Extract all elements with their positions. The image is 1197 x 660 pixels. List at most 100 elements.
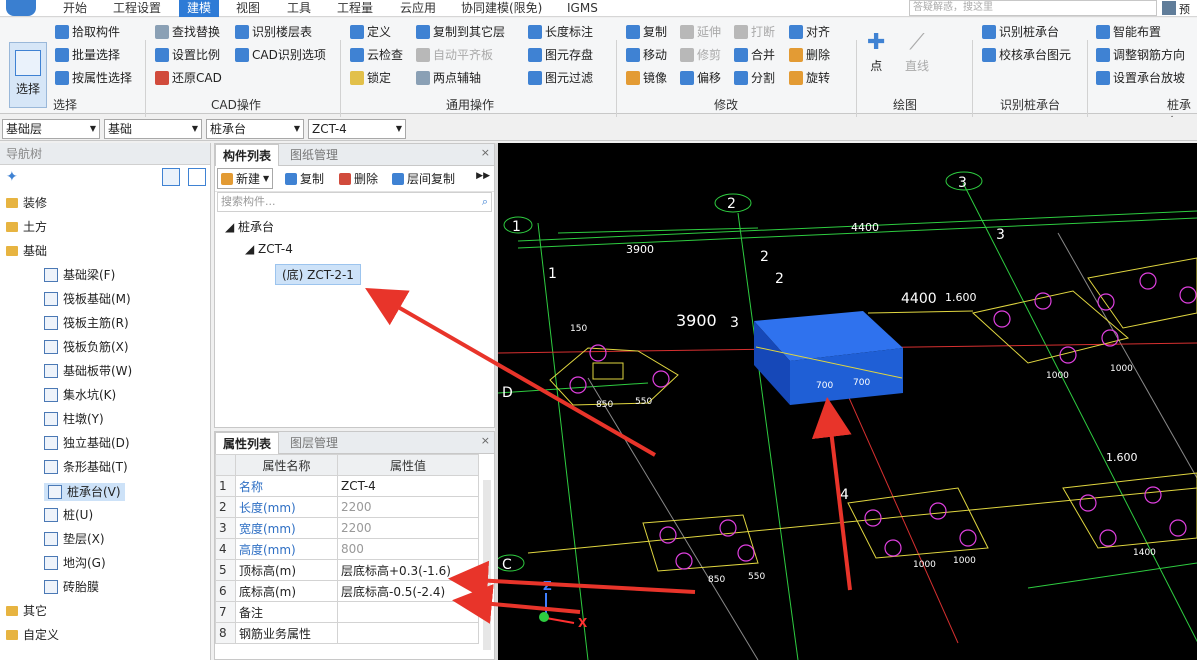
rotate-button[interactable]: 旋转 [789, 70, 830, 86]
align-button[interactable]: 对齐 [789, 24, 830, 40]
menu-quantity[interactable]: 工程量 [337, 1, 373, 16]
group-label-modify[interactable]: 修改 [714, 96, 738, 113]
group-label-general[interactable]: 通用操作 [446, 96, 494, 113]
cloud-check-button[interactable]: 云检查 [350, 47, 403, 63]
property-value[interactable]: 层底标高+0.3(-1.6) [337, 559, 479, 581]
save-elements-button[interactable]: 图元存盘 [528, 47, 593, 63]
find-replace-button[interactable]: 查找替换 [155, 24, 220, 40]
cad-canvas[interactable]: 1 1 2 2 2 3 3 3 4 D C 3900 4400 3900 440… [498, 143, 1197, 660]
recognize-floor-table-button[interactable]: 识别楼层表 [235, 24, 312, 40]
property-value[interactable] [337, 601, 479, 623]
nav-item-14[interactable]: 垫层(X) [44, 531, 105, 547]
define-button[interactable]: 定义 [350, 24, 391, 40]
nav-item-11[interactable]: 条形基础(T) [44, 459, 128, 475]
group-label-select[interactable]: 选择 [53, 96, 77, 113]
list-view-icon[interactable] [162, 168, 180, 186]
recognize-pile-cap-button[interactable]: 识别桩承台 [982, 24, 1059, 40]
copy-component-button[interactable]: 复制 [285, 170, 324, 187]
scrollbar[interactable] [483, 480, 491, 650]
copy-between-layers-button[interactable]: 层间复制 [392, 170, 455, 187]
nav-item-15[interactable]: 地沟(G) [44, 555, 106, 571]
property-value[interactable]: ZCT-4 [337, 475, 479, 497]
select-by-attr-button[interactable]: 按属性选择 [55, 70, 132, 86]
component-select[interactable]: ZCT-4 ▼ [308, 119, 406, 139]
menu-modeling[interactable]: 建模 [179, 0, 220, 17]
property-value[interactable]: 层底标高-0.5(-2.4) [337, 580, 479, 602]
menu-tools[interactable]: 工具 [287, 1, 311, 16]
move-button[interactable]: 移动 [626, 47, 667, 63]
length-dimension-button[interactable]: 长度标注 [528, 24, 593, 40]
property-row[interactable]: 3 宽度(mm) 2200 [215, 517, 479, 539]
delete-component-button[interactable]: 删除 [339, 170, 378, 187]
property-row[interactable]: 7 备注 [215, 601, 479, 623]
component-search-input[interactable]: 搜索构件... ⌕ [217, 192, 492, 212]
offset-button[interactable]: 偏移 [680, 70, 721, 86]
draw-point-button[interactable]: ✚ 点 [867, 30, 885, 74]
merge-button[interactable]: 合并 [734, 47, 775, 63]
select-button[interactable]: 选择 [9, 42, 47, 108]
menu-start[interactable]: 开始 [63, 1, 87, 16]
tree-node-leaf-selected[interactable]: (底) ZCT-2-1 [275, 264, 361, 285]
nav-item-0[interactable]: 装修 [6, 195, 47, 211]
copy-button[interactable]: 复制 [626, 24, 667, 40]
tab-drawing-management[interactable]: 图纸管理 [283, 144, 345, 166]
nav-item-16[interactable]: 砖胎膜 [44, 579, 99, 595]
property-value[interactable] [337, 622, 479, 644]
property-value[interactable]: 800 [337, 538, 479, 560]
tab-property-list[interactable]: 属性列表 [215, 432, 280, 454]
nav-item-12[interactable]: 桩承台(V) [44, 483, 125, 501]
nav-item-5[interactable]: 筏板主筋(R) [44, 315, 129, 331]
category-select[interactable]: 基础 ▼ [104, 119, 202, 139]
close-icon[interactable]: × [481, 146, 490, 159]
menu-igms[interactable]: IGMS [567, 1, 598, 16]
nav-item-2[interactable]: 基础 [6, 243, 47, 259]
nav-item-9[interactable]: 柱墩(Y) [44, 411, 104, 427]
app-logo-icon[interactable] [6, 0, 36, 16]
avatar[interactable] [1162, 1, 1176, 15]
auto-align-slab-button[interactable]: 自动平齐板 [416, 47, 493, 63]
nav-item-3[interactable]: 基础梁(F) [44, 267, 115, 283]
lock-button[interactable]: 锁定 [350, 70, 391, 86]
set-scale-button[interactable]: 设置比例 [155, 47, 220, 63]
cad-drawing[interactable]: 1 1 2 2 2 3 3 3 4 D C 3900 4400 3900 440… [498, 143, 1197, 660]
mirror-button[interactable]: 镜像 [626, 70, 667, 86]
menu-collab[interactable]: 协同建模(限免) [461, 1, 542, 16]
menu-project-settings[interactable]: 工程设置 [113, 1, 161, 16]
batch-select-button[interactable]: 批量选择 [55, 47, 120, 63]
close-icon[interactable]: × [481, 434, 490, 447]
more-icon[interactable]: ▶▶ [476, 171, 490, 181]
add-icon[interactable]: ✦ [6, 169, 18, 185]
property-row[interactable]: 8 钢筋业务属性 [215, 622, 479, 644]
menu-view[interactable]: 视图 [236, 1, 260, 16]
type-select[interactable]: 桩承台 ▼ [206, 119, 304, 139]
delete-button[interactable]: 删除 [789, 47, 830, 63]
new-button[interactable]: 新建 ▼ [217, 168, 274, 189]
help-search-input[interactable]: 答疑解惑，搜这里 [909, 0, 1157, 16]
tab-component-list[interactable]: 构件列表 [215, 144, 280, 166]
check-cap-elements-button[interactable]: 校核承台图元 [982, 47, 1071, 63]
two-point-axis-button[interactable]: 两点辅轴 [416, 70, 481, 86]
smart-layout-button[interactable]: 智能布置 [1096, 24, 1161, 40]
property-value[interactable]: 2200 [337, 496, 479, 518]
nav-item-1[interactable]: 土方 [6, 219, 47, 235]
nav-item-6[interactable]: 筏板负筋(X) [44, 339, 129, 355]
tab-layer-management[interactable]: 图层管理 [283, 432, 345, 454]
property-row[interactable]: 5 顶标高(m) 层底标高+0.3(-1.6) [215, 559, 479, 581]
pick-component-button[interactable]: 拾取构件 [55, 24, 120, 40]
tree-node-child[interactable]: ◢ ZCT-4 [245, 242, 293, 256]
group-label-cad[interactable]: CAD操作 [211, 96, 261, 113]
draw-line-button[interactable]: ⟋ 直线 [905, 30, 929, 74]
restore-cad-button[interactable]: 还原CAD [155, 70, 222, 86]
tree-node-root[interactable]: ◢ 桩承台 [225, 218, 274, 235]
nav-item-7[interactable]: 基础板带(W) [44, 363, 132, 379]
break-button[interactable]: 打断 [734, 24, 775, 40]
trim-button[interactable]: 修剪 [680, 47, 721, 63]
nav-item-4[interactable]: 筏板基础(M) [44, 291, 131, 307]
menu-cloud[interactable]: 云应用 [400, 1, 436, 16]
nav-item-10[interactable]: 独立基础(D) [44, 435, 130, 451]
nav-item-8[interactable]: 集水坑(K) [44, 387, 116, 403]
property-row[interactable]: 1 名称 ZCT-4 [215, 475, 479, 497]
grid-view-icon[interactable] [188, 168, 206, 186]
split-button[interactable]: 分割 [734, 70, 775, 86]
nav-item-17[interactable]: 其它 [6, 603, 47, 619]
